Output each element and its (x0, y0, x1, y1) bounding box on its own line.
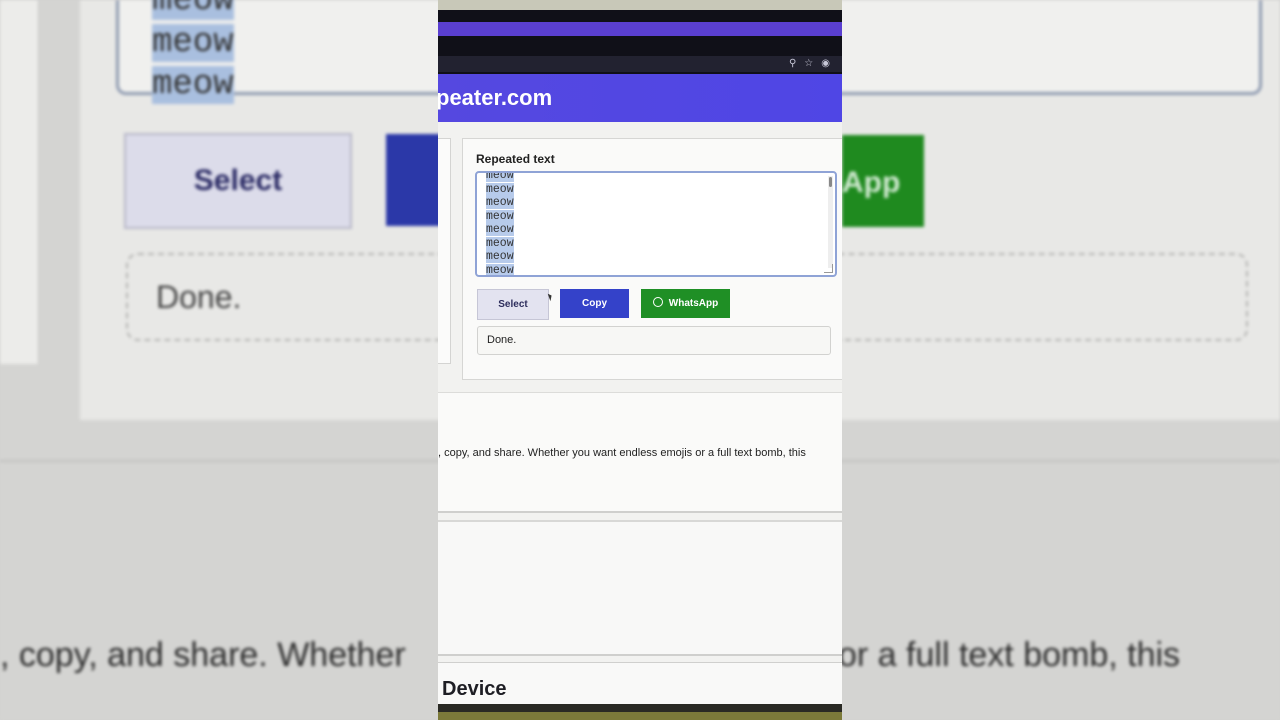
section-title: Device (442, 678, 507, 700)
bg-select-button: Select (124, 133, 352, 229)
output-line: meow (486, 250, 514, 263)
copy-button[interactable]: Copy (560, 289, 629, 318)
bg-status-text: Done. (156, 279, 242, 315)
input-card-edge (438, 138, 451, 364)
address-bar[interactable] (438, 56, 842, 72)
bg-line: meow (152, 0, 234, 20)
phone-screen: ⚲☆◉ peater.com Repeated text meow meow m… (438, 0, 842, 720)
bg-left-card (0, 0, 39, 364)
output-line: meow (486, 196, 514, 209)
bottom-bezel (438, 712, 842, 720)
bg-line: meow (152, 24, 234, 62)
whatsapp-label: WhatsApp (668, 298, 719, 309)
select-button[interactable]: Select (477, 289, 549, 320)
bg-line: meow (152, 66, 234, 104)
description-text: , copy, and share. Whether you want endl… (438, 447, 806, 459)
textarea-scrollbar[interactable] (828, 176, 833, 268)
whatsapp-icon (652, 297, 663, 307)
browser-icons: ⚲☆◉ (789, 58, 838, 69)
blank-section (438, 520, 842, 656)
whatsapp-button[interactable]: WhatsApp (641, 289, 730, 318)
output-line: meow (486, 236, 514, 250)
output-line: meow (486, 209, 514, 223)
output-line: meow (486, 182, 514, 196)
top-edge (438, 0, 842, 10)
output-lines: meow meow meow meow meow meow meow meow (486, 171, 514, 277)
bg-textarea-text: meow meow meow (152, 0, 234, 106)
star-icon[interactable]: ☆ (804, 58, 821, 69)
repeated-text-output[interactable]: meow meow meow meow meow meow meow meow (475, 171, 837, 277)
output-line: meow (486, 223, 514, 236)
output-line: meow (486, 171, 514, 182)
output-line: meow (486, 263, 514, 277)
status-box: Done. (477, 326, 831, 355)
bg-paragraph-right: or a full text bomb, this (838, 636, 1181, 674)
browser-tab-strip (438, 22, 842, 36)
extension-icon[interactable]: ◉ (821, 58, 838, 69)
resize-grip-icon[interactable] (824, 264, 833, 273)
scrollbar-thumb[interactable] (829, 177, 832, 187)
site-header: peater.com (438, 74, 842, 122)
bg-copy-button (386, 134, 446, 226)
repeated-text-label: Repeated text (476, 152, 555, 166)
status-text: Done. (487, 334, 517, 346)
site-title[interactable]: peater.com (438, 74, 552, 122)
bg-paragraph-left: , copy, and share. Whether (0, 636, 406, 674)
zoom-icon[interactable]: ⚲ (789, 58, 804, 69)
bg-whatsapp-button: App (842, 135, 924, 227)
